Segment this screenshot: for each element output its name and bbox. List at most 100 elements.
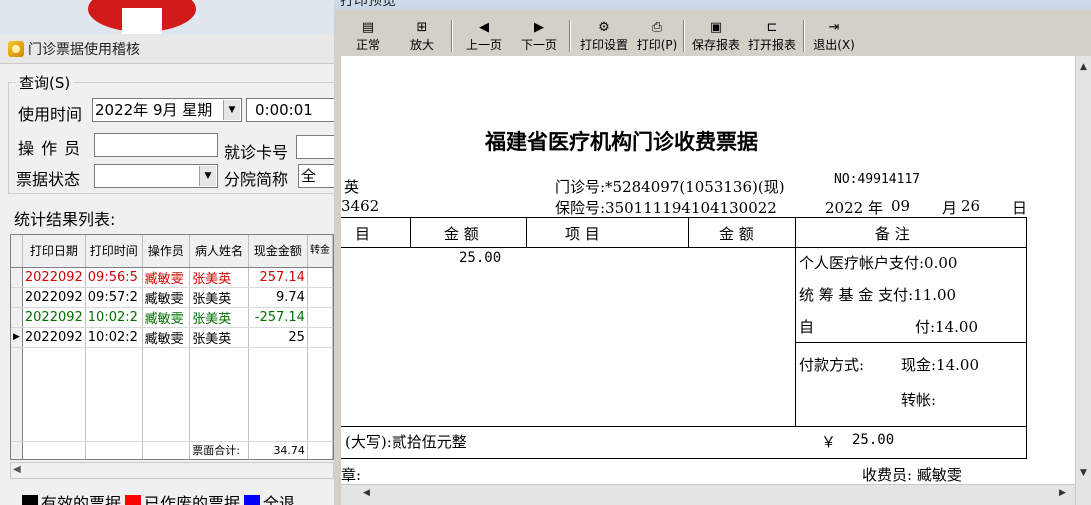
- grid-corner: [11, 235, 23, 268]
- open-folder-button[interactable]: ⊏ 打开报表: [744, 18, 800, 54]
- toolbar-separator: [569, 20, 571, 52]
- cell-date: 2022092: [22, 307, 86, 328]
- table-right-border: [1026, 217, 1027, 458]
- legend-label: 已作废的票据: [144, 494, 241, 505]
- print-preview-window: 打印预览 ▤ 正常 ⊞ 放大 ◀ 上一页 ▶ 下一页 ⚙ 打印设置 ⎙ 打印(P) ▣ 保存报表 ⊏ 打开报表…: [334, 0, 1091, 505]
- col-divider: [410, 217, 411, 247]
- prev-page-icon: ◀: [479, 20, 489, 35]
- table-row[interactable]: 2022092 10:02:2 臧敏雯 张美英 -257.14: [11, 307, 333, 328]
- col-item-header-2: 项 目: [565, 225, 600, 243]
- cell-patient: 张美英: [189, 267, 249, 288]
- receipt-month: 09: [891, 197, 911, 215]
- empty-cell: [22, 441, 86, 459]
- column-header[interactable]: 病人姓名: [189, 235, 249, 268]
- toolbar-button-label: 打印设置: [579, 38, 628, 52]
- toolbar-button-label: 退出(X): [813, 38, 855, 52]
- scroll-up-icon[interactable]: ▲: [1080, 62, 1087, 72]
- next-page-icon: ▶: [534, 20, 544, 35]
- chevron-down-icon[interactable]: ▼: [223, 100, 240, 120]
- cashier: 收费员: 臧敏雯: [862, 466, 962, 484]
- toolbar-button-label: 放大: [409, 38, 434, 52]
- branch-select[interactable]: 全: [298, 164, 334, 188]
- normal-view-button[interactable]: ▤ 正常: [340, 18, 396, 54]
- cell-transfer: [307, 287, 333, 308]
- legend-swatch: [244, 495, 261, 505]
- cell-cash: 257.14: [248, 267, 308, 288]
- toolbar-button-label: 打开报表: [747, 38, 796, 52]
- operator-field[interactable]: [94, 133, 218, 157]
- row-indicator[interactable]: [11, 287, 23, 308]
- legend-swatch: [22, 495, 38, 505]
- grid-horizontal-scrollbar[interactable]: ◀: [10, 462, 334, 479]
- table-header-border: [341, 247, 1027, 248]
- ticket-status-select[interactable]: ▼: [94, 164, 218, 188]
- card-no-label: 就诊卡号: [224, 143, 289, 162]
- print-setup-button[interactable]: ⚙ 打印设置: [574, 18, 634, 54]
- cell-time: 10:02:2: [85, 327, 143, 348]
- legend-label: 有效的票据: [41, 494, 122, 505]
- toolbar-button-label: 上一页: [465, 38, 502, 52]
- cell-time: 10:02:2: [85, 307, 143, 328]
- next-page-button[interactable]: ▶ 下一页: [512, 18, 566, 54]
- cell-cash: 9.74: [248, 287, 308, 308]
- exit-button[interactable]: ⇥ 退出(X): [808, 18, 860, 54]
- operator-label: 操 作 员: [18, 139, 82, 158]
- insurance-number: 保险号:350111194104130022: [555, 199, 777, 217]
- open-folder-icon: ⊏: [766, 20, 778, 35]
- logo-white-shape: [122, 8, 162, 34]
- self-pay-value: 付:14.00: [915, 318, 978, 336]
- legend-label: 全退: [263, 494, 296, 505]
- save-button[interactable]: ▣ 保存报表: [688, 18, 744, 54]
- time-picker[interactable]: 0:00:01: [246, 98, 334, 122]
- empty-row: [11, 347, 333, 442]
- scroll-left-icon[interactable]: ◀: [363, 488, 370, 498]
- clinic-number: 门诊号:*5284097(1053136)(现): [555, 178, 785, 196]
- cell-time: 09:57:2: [85, 287, 143, 308]
- payment-method-label: 付款方式:: [799, 356, 865, 374]
- cell-operator: 臧敏雯: [142, 267, 191, 288]
- empty-cell: [11, 347, 23, 442]
- preview-horizontal-scrollbar[interactable]: ◀ ▶: [341, 484, 1075, 505]
- window-title-bar: 门诊票据使用稽核: [0, 34, 334, 64]
- ticket-status-label: 票据状态: [16, 170, 81, 189]
- row-indicator[interactable]: [11, 267, 23, 288]
- column-header[interactable]: 打印日期: [22, 235, 86, 268]
- empty-cell: [142, 347, 191, 442]
- column-header[interactable]: 打印时间: [85, 235, 143, 268]
- print-button[interactable]: ⎙ 打印(P): [634, 18, 680, 54]
- personal-account-payment: 个人医疗帐户支付:0.00: [799, 254, 958, 272]
- table-bottom-border: [341, 458, 1027, 459]
- cell-patient: 张美英: [189, 307, 249, 328]
- chevron-down-icon[interactable]: ▼: [199, 166, 216, 186]
- current-row-indicator[interactable]: ▶: [11, 327, 23, 348]
- col-divider: [688, 217, 689, 247]
- table-row[interactable]: ▶ 2022092 10:02:2 臧敏雯 张美英 25: [11, 327, 333, 348]
- cell-operator: 臧敏雯: [142, 327, 191, 348]
- row-indicator[interactable]: [11, 307, 23, 328]
- zoom-button[interactable]: ⊞ 放大: [396, 18, 448, 54]
- cell-patient: 张美英: [189, 287, 249, 308]
- card-no-field[interactable]: [296, 135, 334, 159]
- column-header[interactable]: 操作员: [142, 235, 191, 268]
- self-pay-label: 自: [799, 318, 815, 336]
- empty-cell: [248, 347, 308, 442]
- preview-vertical-scrollbar[interactable]: ▲ ▼: [1075, 56, 1091, 505]
- empty-cell: [22, 347, 86, 442]
- scroll-right-icon[interactable]: ▶: [1059, 488, 1066, 498]
- scroll-down-icon[interactable]: ▼: [1080, 468, 1087, 478]
- empty-cell: [85, 441, 143, 459]
- column-header[interactable]: 现金金额: [248, 235, 308, 268]
- cell-cash: -257.14: [248, 307, 308, 328]
- toolbar-separator: [803, 20, 805, 52]
- table-row[interactable]: 2022092 09:56:5 臧敏雯 张美英 257.14: [11, 267, 333, 288]
- empty-cell: [85, 347, 143, 442]
- scroll-left-icon[interactable]: ◀: [13, 464, 21, 475]
- grid-header-row: 打印日期 打印时间 操作员 病人姓名 现金金额 转金: [11, 235, 333, 268]
- empty-cell: [307, 441, 333, 459]
- column-header[interactable]: 转金: [307, 235, 333, 268]
- cell-transfer: [307, 267, 333, 288]
- table-row[interactable]: 2022092 09:57:2 臧敏雯 张美英 9.74: [11, 287, 333, 308]
- result-grid[interactable]: 打印日期 打印时间 操作员 病人姓名 现金金额 转金 2022092 09:56:…: [10, 234, 334, 460]
- date-picker[interactable]: 2022年 9月 星期 ▼: [92, 98, 242, 122]
- prev-page-button[interactable]: ◀ 上一页: [456, 18, 512, 54]
